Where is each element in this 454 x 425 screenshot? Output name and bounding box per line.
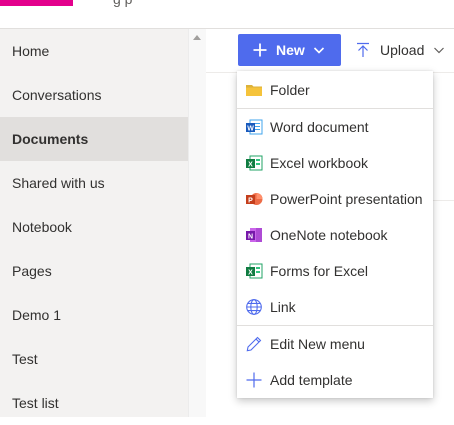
nav-item-documents[interactable]: Documents [0,117,188,161]
menu-item-folder[interactable]: Folder [237,72,433,108]
nav-item-shared-with-us[interactable]: Shared with us [0,161,188,205]
globe-icon [246,299,262,315]
folder-icon [246,85,262,96]
excel-icon: X [246,155,263,171]
new-button-label: New [276,42,305,58]
menu-item-label: Add template [270,372,353,388]
menu-item-label: PowerPoint presentation [270,191,423,207]
forms-excel-icon: X [246,263,263,279]
sidebar-scrollbar[interactable] [188,29,206,417]
plus-icon [253,43,267,57]
svg-text:X: X [248,161,253,168]
svg-text:W: W [247,125,254,132]
pencil-icon [246,336,262,352]
menu-item-label: OneNote notebook [270,227,388,243]
nav-item-home[interactable]: Home [0,29,188,73]
nav-item-test-list[interactable]: Test list [0,381,188,425]
scroll-up-arrow-icon[interactable] [193,35,201,40]
word-icon: W [246,119,263,135]
svg-text:P: P [248,197,253,204]
upload-icon [357,42,369,57]
upload-button-label: Upload [380,42,425,58]
menu-item-word-document[interactable]: W Word document [237,109,433,145]
content-divider [433,200,454,201]
menu-item-label: Link [270,299,296,315]
top-bar: g p [0,0,454,29]
chevron-down-icon [313,47,324,54]
menu-item-excel-workbook[interactable]: X Excel workbook [237,145,433,181]
chevron-down-icon [434,47,445,54]
plus-icon [246,372,262,388]
site-name: g p [113,0,132,7]
nav-item-demo-1[interactable]: Demo 1 [0,293,188,337]
menu-item-add-template[interactable]: Add template [237,362,433,398]
menu-item-powerpoint-presentation[interactable]: P PowerPoint presentation [237,181,433,217]
brand-logo [0,0,73,6]
menu-item-label: Edit New menu [270,336,365,352]
nav-item-notebook[interactable]: Notebook [0,205,188,249]
menu-item-label: Forms for Excel [270,263,369,279]
menu-item-label: Word document [270,119,369,135]
new-menu: Folder W Word document X Excel workbook … [237,71,433,398]
onenote-icon: N [246,228,262,242]
menu-item-forms-for-excel[interactable]: X Forms for Excel [237,253,433,289]
upload-button[interactable]: Upload [356,34,445,66]
menu-item-onenote-notebook[interactable]: N OneNote notebook [237,217,433,253]
svg-text:X: X [248,269,253,276]
menu-item-edit-new-menu[interactable]: Edit New menu [237,326,433,362]
nav-item-conversations[interactable]: Conversations [0,73,188,117]
new-button[interactable]: New [238,34,341,66]
powerpoint-icon: P [246,193,263,205]
nav-item-pages[interactable]: Pages [0,249,188,293]
left-navigation: Home Conversations Documents Shared with… [0,29,188,417]
svg-text:N: N [248,233,253,240]
menu-item-label: Folder [270,82,310,98]
menu-item-label: Excel workbook [270,155,369,171]
nav-item-test[interactable]: Test [0,337,188,381]
menu-item-link[interactable]: Link [237,289,433,325]
